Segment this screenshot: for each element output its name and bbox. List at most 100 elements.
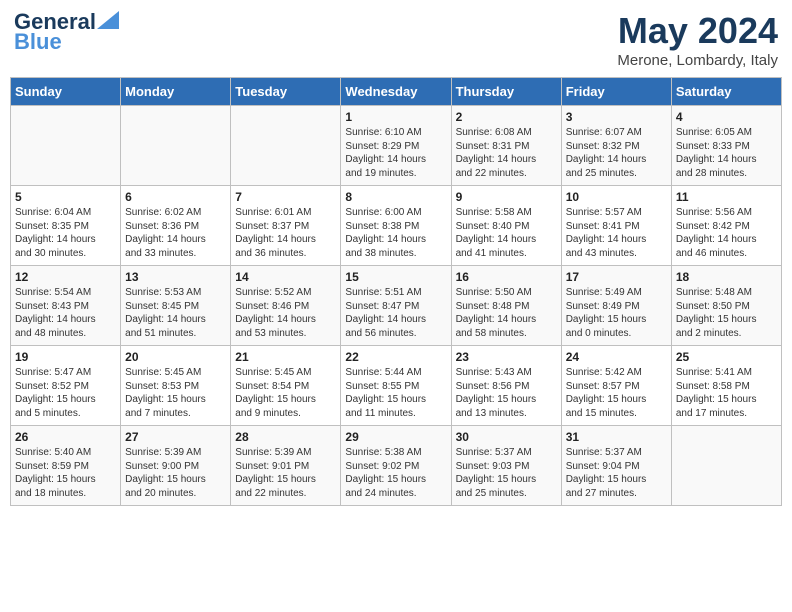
day-info: Sunrise: 5:52 AM Sunset: 8:46 PM Dayligh… (235, 286, 336, 340)
day-info: Sunrise: 6:04 AM Sunset: 8:35 PM Dayligh… (15, 206, 116, 260)
day-info: Sunrise: 5:42 AM Sunset: 8:57 PM Dayligh… (566, 366, 667, 420)
day-info: Sunrise: 5:37 AM Sunset: 9:04 PM Dayligh… (566, 446, 667, 500)
day-number: 8 (345, 190, 446, 204)
day-number: 12 (15, 270, 116, 284)
day-info: Sunrise: 5:51 AM Sunset: 8:47 PM Dayligh… (345, 286, 446, 340)
day-number: 21 (235, 350, 336, 364)
day-header-thursday: Thursday (451, 78, 561, 106)
day-number: 24 (566, 350, 667, 364)
day-number: 6 (125, 190, 226, 204)
calendar-cell: 7 Sunrise: 6:01 AM Sunset: 8:37 PM Daylig… (231, 186, 341, 266)
day-number: 15 (345, 270, 446, 284)
day-header-wednesday: Wednesday (341, 78, 451, 106)
day-number: 9 (456, 190, 557, 204)
day-info: Sunrise: 5:58 AM Sunset: 8:40 PM Dayligh… (456, 206, 557, 260)
calendar-cell (231, 106, 341, 186)
logo-blue: Blue (14, 30, 62, 54)
calendar-cell: 14 Sunrise: 5:52 AM Sunset: 8:46 PM Dayli… (231, 266, 341, 346)
day-number: 31 (566, 430, 667, 444)
day-header-saturday: Saturday (671, 78, 781, 106)
day-header-friday: Friday (561, 78, 671, 106)
day-number: 27 (125, 430, 226, 444)
calendar-cell: 23 Sunrise: 5:43 AM Sunset: 8:56 PM Dayli… (451, 346, 561, 426)
day-info: Sunrise: 5:41 AM Sunset: 8:58 PM Dayligh… (676, 366, 777, 420)
month-title: May 2024 (617, 10, 778, 52)
calendar-cell (11, 106, 121, 186)
day-info: Sunrise: 5:37 AM Sunset: 9:03 PM Dayligh… (456, 446, 557, 500)
day-number: 29 (345, 430, 446, 444)
day-info: Sunrise: 5:48 AM Sunset: 8:50 PM Dayligh… (676, 286, 777, 340)
calendar-cell: 24 Sunrise: 5:42 AM Sunset: 8:57 PM Dayli… (561, 346, 671, 426)
calendar-cell: 25 Sunrise: 5:41 AM Sunset: 8:58 PM Dayli… (671, 346, 781, 426)
day-info: Sunrise: 5:44 AM Sunset: 8:55 PM Dayligh… (345, 366, 446, 420)
day-number: 3 (566, 110, 667, 124)
day-number: 7 (235, 190, 336, 204)
calendar-cell: 3 Sunrise: 6:07 AM Sunset: 8:32 PM Daylig… (561, 106, 671, 186)
calendar-cell: 27 Sunrise: 5:39 AM Sunset: 9:00 PM Dayli… (121, 426, 231, 506)
day-number: 28 (235, 430, 336, 444)
day-header-sunday: Sunday (11, 78, 121, 106)
calendar-cell: 18 Sunrise: 5:48 AM Sunset: 8:50 PM Dayli… (671, 266, 781, 346)
calendar-cell: 21Sunrise: 5:45 AM Sunset: 8:54 PM Dayli… (231, 346, 341, 426)
day-number: 23 (456, 350, 557, 364)
day-number: 11 (676, 190, 777, 204)
calendar-cell: 20Sunrise: 5:45 AM Sunset: 8:53 PM Dayli… (121, 346, 231, 426)
day-info: Sunrise: 5:39 AM Sunset: 9:01 PM Dayligh… (235, 446, 336, 500)
calendar-cell: 5 Sunrise: 6:04 AM Sunset: 8:35 PM Daylig… (11, 186, 121, 266)
day-number: 20 (125, 350, 226, 364)
day-info: Sunrise: 6:05 AM Sunset: 8:33 PM Dayligh… (676, 126, 777, 180)
day-number: 5 (15, 190, 116, 204)
calendar-cell: 17 Sunrise: 5:49 AM Sunset: 8:49 PM Dayli… (561, 266, 671, 346)
calendar-cell: 1Sunrise: 6:10 AM Sunset: 8:29 PM Daylig… (341, 106, 451, 186)
day-number: 30 (456, 430, 557, 444)
day-number: 18 (676, 270, 777, 284)
logo-arrow-icon (97, 11, 119, 29)
day-number: 25 (676, 350, 777, 364)
calendar-cell: 28 Sunrise: 5:39 AM Sunset: 9:01 PM Dayli… (231, 426, 341, 506)
day-number: 2 (456, 110, 557, 124)
day-info: Sunrise: 5:47 AM Sunset: 8:52 PM Dayligh… (15, 366, 116, 420)
day-info: Sunrise: 5:49 AM Sunset: 8:49 PM Dayligh… (566, 286, 667, 340)
day-number: 26 (15, 430, 116, 444)
calendar-cell: 31 Sunrise: 5:37 AM Sunset: 9:04 PM Dayli… (561, 426, 671, 506)
page-header: General Blue May 2024 Merone, Lombardy, … (10, 10, 782, 69)
day-info: Sunrise: 5:39 AM Sunset: 9:00 PM Dayligh… (125, 446, 226, 500)
calendar-cell: 19Sunrise: 5:47 AM Sunset: 8:52 PM Dayli… (11, 346, 121, 426)
day-info: Sunrise: 5:43 AM Sunset: 8:56 PM Dayligh… (456, 366, 557, 420)
calendar-week-2: 5 Sunrise: 6:04 AM Sunset: 8:35 PM Daylig… (11, 186, 782, 266)
calendar-cell: 9 Sunrise: 5:58 AM Sunset: 8:40 PM Daylig… (451, 186, 561, 266)
day-info: Sunrise: 6:01 AM Sunset: 8:37 PM Dayligh… (235, 206, 336, 260)
day-header-monday: Monday (121, 78, 231, 106)
day-number: 22 (345, 350, 446, 364)
calendar-cell: 13Sunrise: 5:53 AM Sunset: 8:45 PM Dayli… (121, 266, 231, 346)
calendar-week-4: 19Sunrise: 5:47 AM Sunset: 8:52 PM Dayli… (11, 346, 782, 426)
location-subtitle: Merone, Lombardy, Italy (617, 52, 778, 69)
calendar-cell: 6 Sunrise: 6:02 AM Sunset: 8:36 PM Daylig… (121, 186, 231, 266)
calendar-cell: 30 Sunrise: 5:37 AM Sunset: 9:03 PM Dayli… (451, 426, 561, 506)
day-number: 1 (345, 110, 446, 124)
day-number: 10 (566, 190, 667, 204)
day-info: Sunrise: 5:50 AM Sunset: 8:48 PM Dayligh… (456, 286, 557, 340)
calendar-cell: 22 Sunrise: 5:44 AM Sunset: 8:55 PM Dayli… (341, 346, 451, 426)
title-block: May 2024 Merone, Lombardy, Italy (617, 10, 778, 69)
day-info: Sunrise: 6:08 AM Sunset: 8:31 PM Dayligh… (456, 126, 557, 180)
day-info: Sunrise: 5:38 AM Sunset: 9:02 PM Dayligh… (345, 446, 446, 500)
calendar-table: SundayMondayTuesdayWednesdayThursdayFrid… (10, 77, 782, 506)
day-info: Sunrise: 6:07 AM Sunset: 8:32 PM Dayligh… (566, 126, 667, 180)
calendar-cell: 29 Sunrise: 5:38 AM Sunset: 9:02 PM Dayli… (341, 426, 451, 506)
calendar-cell: 2 Sunrise: 6:08 AM Sunset: 8:31 PM Daylig… (451, 106, 561, 186)
day-info: Sunrise: 5:53 AM Sunset: 8:45 PM Dayligh… (125, 286, 226, 340)
day-number: 17 (566, 270, 667, 284)
calendar-cell: 16Sunrise: 5:50 AM Sunset: 8:48 PM Dayli… (451, 266, 561, 346)
calendar-week-3: 12Sunrise: 5:54 AM Sunset: 8:43 PM Dayli… (11, 266, 782, 346)
calendar-header-row: SundayMondayTuesdayWednesdayThursdayFrid… (11, 78, 782, 106)
calendar-cell (121, 106, 231, 186)
day-number: 14 (235, 270, 336, 284)
calendar-week-5: 26 Sunrise: 5:40 AM Sunset: 8:59 PM Dayli… (11, 426, 782, 506)
day-info: Sunrise: 6:02 AM Sunset: 8:36 PM Dayligh… (125, 206, 226, 260)
calendar-cell: 12Sunrise: 5:54 AM Sunset: 8:43 PM Dayli… (11, 266, 121, 346)
calendar-cell: 26 Sunrise: 5:40 AM Sunset: 8:59 PM Dayli… (11, 426, 121, 506)
calendar-week-1: 1Sunrise: 6:10 AM Sunset: 8:29 PM Daylig… (11, 106, 782, 186)
day-header-tuesday: Tuesday (231, 78, 341, 106)
day-info: Sunrise: 5:40 AM Sunset: 8:59 PM Dayligh… (15, 446, 116, 500)
